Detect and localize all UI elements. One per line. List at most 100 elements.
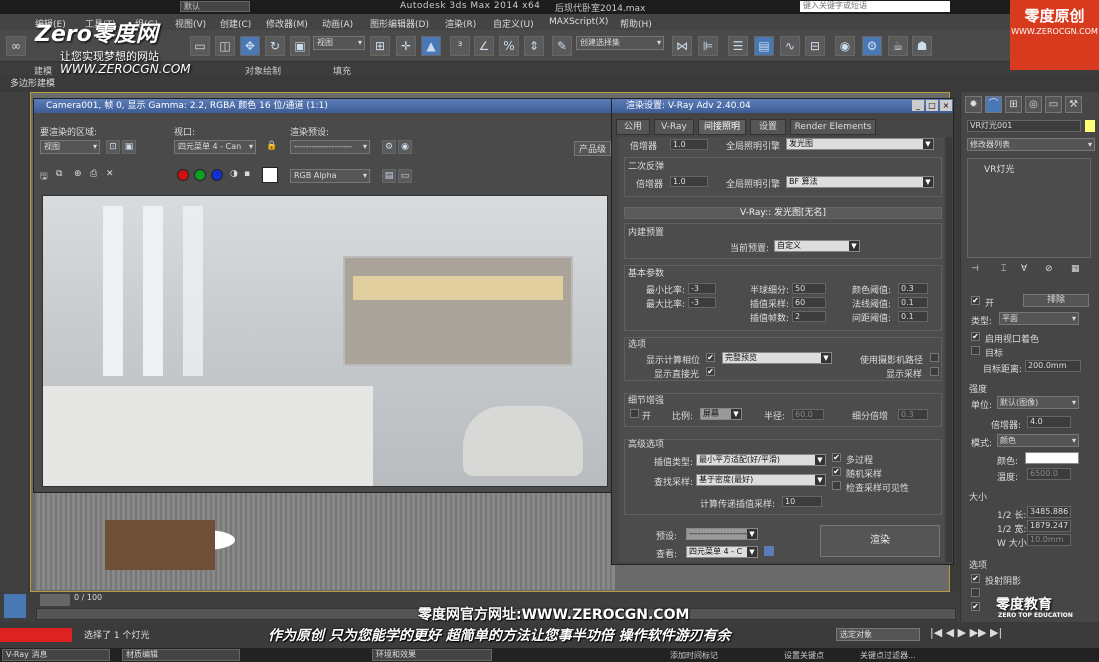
configure-sets-icon[interactable]: ▦ bbox=[1071, 264, 1080, 274]
help-search-input[interactable]: 键入关键字或短语 bbox=[800, 1, 950, 12]
tab-indirect-illumination[interactable]: 间接照明 bbox=[698, 119, 746, 135]
remove-modifier-icon[interactable]: ⊘ bbox=[1045, 264, 1053, 274]
show-end-result-icon[interactable]: ⌶ bbox=[1001, 264, 1006, 274]
area-dropdown[interactable]: 视图 bbox=[40, 140, 100, 154]
calc-pass-input[interactable]: 10 bbox=[782, 496, 822, 507]
ribbon-subtab[interactable]: 多边形建模 bbox=[0, 76, 80, 90]
viewport-dropdown[interactable]: 四元菜单 4 - Can bbox=[174, 140, 256, 154]
environment-icon[interactable]: ◉ bbox=[398, 140, 412, 154]
exclude-button[interactable]: 排除 bbox=[1023, 294, 1089, 307]
blue-channel-icon[interactable] bbox=[211, 169, 223, 181]
temperature-input[interactable]: 6500.0 bbox=[1027, 468, 1071, 480]
task-environment[interactable]: 环境和效果 bbox=[372, 649, 492, 661]
render-setup-small-icon[interactable]: ⚙ bbox=[382, 140, 396, 154]
preset-dropdown[interactable]: -------------------- bbox=[290, 140, 370, 154]
multipass-checkbox[interactable]: ✔ bbox=[832, 453, 841, 462]
mini-listener-icon[interactable] bbox=[4, 594, 26, 618]
dialog-maximize-icon[interactable]: □ bbox=[926, 100, 938, 111]
interp-samples-input[interactable]: 60 bbox=[792, 297, 826, 308]
toggle-toolbar-icon[interactable]: ▭ bbox=[398, 169, 412, 183]
scale-icon[interactable]: ▣ bbox=[290, 36, 310, 56]
task-vray-messages[interactable]: V-Ray 消息 bbox=[2, 649, 110, 661]
use-camera-checkbox[interactable] bbox=[930, 353, 939, 362]
workspace-dropdown[interactable]: 默认 bbox=[180, 1, 250, 12]
menu-customize[interactable]: 自定义(U) bbox=[493, 17, 534, 30]
menu-maxscript[interactable]: MAXScript(X) bbox=[549, 17, 608, 27]
make-unique-icon[interactable]: ∀ bbox=[1021, 264, 1027, 274]
select-manipulate-icon[interactable]: ✛ bbox=[396, 36, 416, 56]
rotate-icon[interactable]: ↻ bbox=[265, 36, 285, 56]
detail-on-checkbox[interactable] bbox=[630, 409, 639, 418]
show-calc-mode-select[interactable]: 完整预览 bbox=[722, 352, 832, 364]
tab-vray[interactable]: V-Ray bbox=[654, 119, 694, 135]
menu-views[interactable]: 视图(V) bbox=[175, 17, 206, 30]
menu-create[interactable]: 创建(C) bbox=[220, 17, 251, 30]
display-corrected-icon[interactable]: ▤ bbox=[382, 169, 396, 183]
window-crossing-icon[interactable]: ◫ bbox=[215, 36, 235, 56]
randomize-checkbox[interactable]: ✔ bbox=[832, 467, 841, 476]
half-length-input[interactable]: 3485.886 bbox=[1027, 506, 1071, 518]
menu-graph-editors[interactable]: 图形编辑器(D) bbox=[370, 17, 429, 30]
object-color-swatch[interactable] bbox=[1085, 120, 1095, 132]
modifier-list-dropdown[interactable]: 修改器列表 bbox=[967, 138, 1095, 151]
utilities-tab-icon[interactable]: ⚒ bbox=[1065, 96, 1082, 113]
dialog-minimize-icon[interactable]: _ bbox=[912, 100, 924, 111]
light-on-checkbox[interactable]: ✔ bbox=[971, 296, 980, 305]
check-vis-checkbox[interactable] bbox=[832, 481, 841, 490]
align-icon[interactable]: ⊫ bbox=[698, 36, 718, 56]
time-slider-prev[interactable] bbox=[40, 594, 70, 606]
menu-rendering[interactable]: 渲染(R) bbox=[445, 17, 476, 30]
clr-thresh-input[interactable]: 0.3 bbox=[898, 283, 928, 294]
tab-settings[interactable]: 设置 bbox=[750, 119, 786, 135]
primary-multiplier-input[interactable]: 1.0 bbox=[670, 139, 708, 150]
create-tab-icon[interactable]: ✹ bbox=[965, 96, 982, 113]
tab-render-elements[interactable]: Render Elements bbox=[790, 119, 876, 135]
detail-radius-input[interactable]: 60.0 bbox=[792, 409, 824, 420]
nrm-thresh-input[interactable]: 0.1 bbox=[898, 297, 928, 308]
render-button[interactable]: 渲染 bbox=[820, 525, 940, 557]
layer-icon[interactable]: ☰ bbox=[728, 36, 748, 56]
auto-region-icon[interactable]: ▣ bbox=[122, 140, 136, 154]
print-icon[interactable]: ⎙ bbox=[90, 169, 97, 179]
link-icon[interactable]: ∞ bbox=[6, 36, 26, 56]
view-lock-icon[interactable] bbox=[764, 546, 774, 556]
show-samples-checkbox[interactable] bbox=[930, 367, 939, 376]
green-channel-icon[interactable] bbox=[194, 169, 206, 181]
secondary-engine-select[interactable]: BF 算法 bbox=[786, 176, 934, 188]
frame-counter[interactable]: 0 / 100 bbox=[74, 593, 102, 602]
ribbon-tab-object-paint[interactable]: 对象绘制 bbox=[245, 64, 281, 77]
tab-common[interactable]: 公用 bbox=[616, 119, 650, 135]
curve-editor-icon[interactable]: ∿ bbox=[780, 36, 800, 56]
rendered-frame-icon[interactable]: ☕ bbox=[888, 36, 908, 56]
select-object-dropdown[interactable]: 选定对象 bbox=[836, 628, 920, 641]
min-rate-input[interactable]: -3 bbox=[688, 283, 716, 294]
light-type-select[interactable]: 平面 bbox=[999, 312, 1079, 325]
dialog-scrollbar[interactable] bbox=[946, 137, 952, 562]
named-selection-dropdown[interactable]: 创建选择集 bbox=[576, 36, 664, 50]
snap-icon[interactable]: ³ bbox=[450, 36, 470, 56]
display-tab-icon[interactable]: ▭ bbox=[1045, 96, 1062, 113]
detail-scale-select[interactable]: 屏幕 bbox=[700, 408, 742, 420]
maxscript-listener[interactable] bbox=[0, 628, 72, 642]
dist-thresh-input[interactable]: 0.1 bbox=[898, 311, 928, 322]
primary-engine-select[interactable]: 发光图 bbox=[786, 138, 934, 150]
schematic-view-icon[interactable]: ⊟ bbox=[805, 36, 825, 56]
task-material-editor[interactable]: 材质编辑 bbox=[122, 649, 240, 661]
motion-tab-icon[interactable]: ◎ bbox=[1025, 96, 1042, 113]
detail-mult-input[interactable]: 0.3 bbox=[898, 409, 928, 420]
hsph-input[interactable]: 50 bbox=[792, 283, 826, 294]
max-rate-input[interactable]: -3 bbox=[688, 297, 716, 308]
material-editor-icon[interactable]: ◉ bbox=[835, 36, 855, 56]
channel-dropdown[interactable]: RGB Alpha bbox=[290, 169, 370, 183]
double-sided-checkbox[interactable] bbox=[971, 588, 980, 597]
dialog-close-icon[interactable]: × bbox=[940, 100, 952, 111]
pin-stack-icon[interactable]: ⊣ bbox=[971, 264, 979, 274]
spinner-snap-icon[interactable]: ⇕ bbox=[524, 36, 544, 56]
menu-animation[interactable]: 动画(A) bbox=[322, 17, 353, 30]
production-button[interactable]: 产品级 bbox=[574, 141, 612, 156]
lock-icon[interactable]: 🔒 bbox=[266, 141, 277, 151]
clear-icon[interactable]: ✕ bbox=[106, 169, 114, 179]
clone-frame-icon[interactable]: ⊕ bbox=[74, 169, 82, 179]
mono-icon[interactable]: ▪ bbox=[244, 169, 250, 179]
scene-explorer-icon[interactable]: ▤ bbox=[754, 36, 774, 56]
